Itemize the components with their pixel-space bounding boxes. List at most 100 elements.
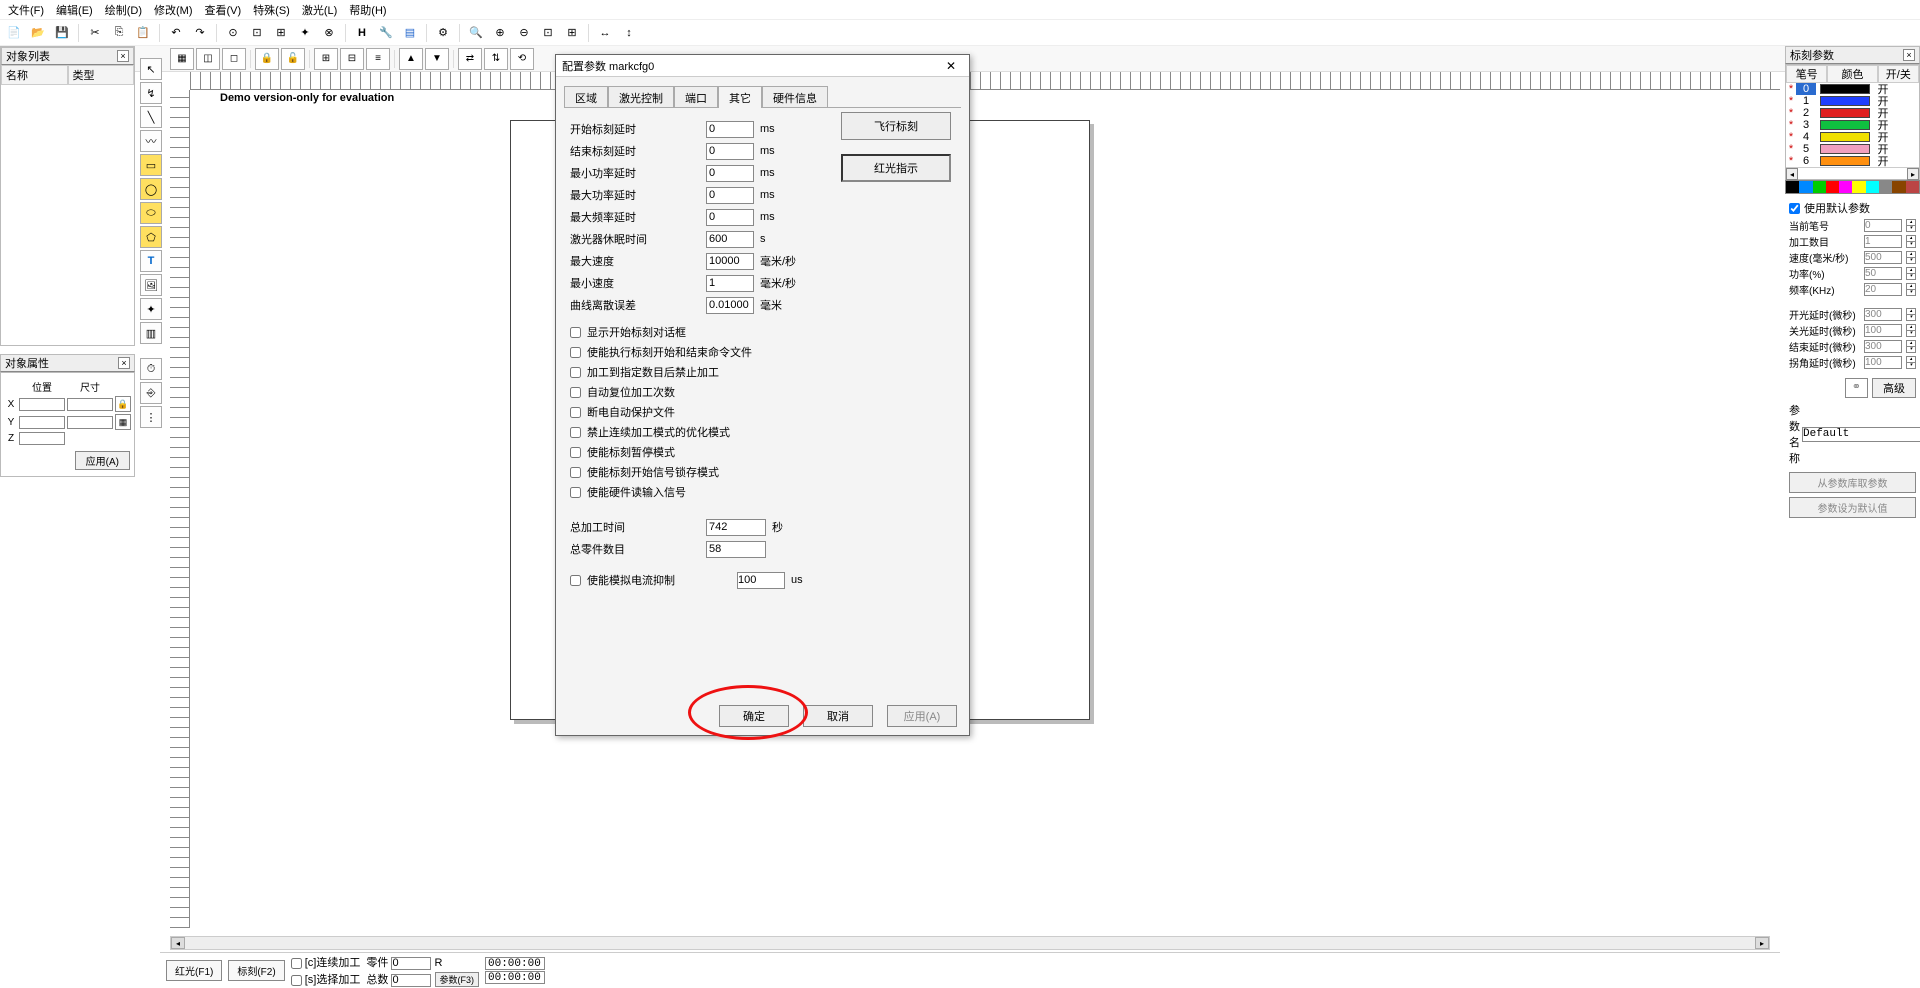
select-all-icon[interactable]: ▦ xyxy=(170,48,194,70)
color-swatch[interactable] xyxy=(1826,181,1839,193)
zoom-all-icon[interactable]: ⊞ xyxy=(562,23,582,43)
dialog-input[interactable] xyxy=(706,143,754,160)
pen-row[interactable]: *0开 xyxy=(1786,83,1919,95)
pen-row[interactable]: *5开 xyxy=(1786,143,1919,155)
param-input[interactable] xyxy=(1864,356,1902,369)
zoom-out-icon[interactable]: ⊖ xyxy=(514,23,534,43)
y-pos-input[interactable] xyxy=(19,416,65,429)
continuous-checkbox[interactable] xyxy=(291,958,302,969)
snap4-icon[interactable]: ✦ xyxy=(295,23,315,43)
dialog-tab[interactable]: 硬件信息 xyxy=(762,86,828,108)
menu-edit[interactable]: 编辑(E) xyxy=(52,2,97,17)
col-pen-no[interactable]: 笔号 xyxy=(1786,65,1827,83)
horizontal-scrollbar[interactable]: ◂▸ xyxy=(170,936,1770,950)
dialog-checkbox[interactable] xyxy=(570,467,581,478)
spinner-icon[interactable]: ▴▾ xyxy=(1906,267,1916,280)
x-pos-input[interactable] xyxy=(19,398,65,411)
dialog-titlebar[interactable]: 配置参数 markcfg0 ✕ xyxy=(556,55,969,77)
param-input[interactable] xyxy=(1864,340,1902,353)
z-pos-input[interactable] xyxy=(19,432,65,445)
undo-icon[interactable]: ↶ xyxy=(166,23,186,43)
lock-aspect-icon[interactable]: 🔒 xyxy=(115,396,131,412)
dialog-checkbox[interactable] xyxy=(570,427,581,438)
order-down-icon[interactable]: ▼ xyxy=(425,48,449,70)
curve-icon[interactable]: 〰 xyxy=(140,130,162,152)
dialog-tab[interactable]: 激光控制 xyxy=(608,86,674,108)
dialog-input[interactable] xyxy=(706,231,754,248)
apply-button[interactable]: 应用(A) xyxy=(75,451,130,470)
use-default-checkbox[interactable] xyxy=(1789,203,1800,214)
paste-icon[interactable]: 📋 xyxy=(133,23,153,43)
pen-scrollbar[interactable]: ◂▸ xyxy=(1786,167,1919,179)
param-input[interactable] xyxy=(1864,251,1902,264)
red-light-button[interactable]: 红光(F1) xyxy=(166,960,222,981)
group-icon[interactable]: ⊞ xyxy=(314,48,338,70)
spinner-icon[interactable]: ▴▾ xyxy=(1906,235,1916,248)
reset-label[interactable]: R xyxy=(435,957,443,969)
cancel-button[interactable]: 取消 xyxy=(803,705,873,727)
object-list-body[interactable] xyxy=(1,85,134,345)
parts-input[interactable] xyxy=(391,957,431,970)
align-icon[interactable]: ≡ xyxy=(366,48,390,70)
pen-row[interactable]: *2开 xyxy=(1786,107,1919,119)
spinner-icon[interactable]: ▴▾ xyxy=(1906,219,1916,232)
menu-view[interactable]: 查看(V) xyxy=(201,2,246,17)
rect-icon[interactable]: ▭ xyxy=(140,154,162,176)
color-swatch[interactable] xyxy=(1892,181,1905,193)
spinner-icon[interactable]: ▴▾ xyxy=(1906,340,1916,353)
snap1-icon[interactable]: ⊙ xyxy=(223,23,243,43)
text-icon[interactable]: T xyxy=(140,250,162,272)
save-default-button[interactable]: 参数设为默认值 xyxy=(1789,497,1916,518)
dialog-checkbox[interactable] xyxy=(570,347,581,358)
dialog-tab[interactable]: 区域 xyxy=(564,86,608,108)
close-icon[interactable]: ✕ xyxy=(939,57,963,75)
tool-icon[interactable]: 🔧 xyxy=(376,23,396,43)
color-swatch[interactable] xyxy=(1786,181,1799,193)
vector-icon[interactable]: ✦ xyxy=(140,298,162,320)
rotate-icon[interactable]: ⟲ xyxy=(510,48,534,70)
canvas[interactable]: Demo version-only for evaluation xyxy=(190,90,1780,928)
snap2-icon[interactable]: ⊡ xyxy=(247,23,267,43)
circle-icon[interactable]: ◯ xyxy=(140,178,162,200)
anchor-icon[interactable]: ▦ xyxy=(115,414,131,430)
col-pen-color[interactable]: 颜色 xyxy=(1827,65,1877,83)
dialog-input[interactable] xyxy=(706,165,754,182)
zoom-fit-icon[interactable]: ⊡ xyxy=(538,23,558,43)
node-edit-icon[interactable]: ↯ xyxy=(140,82,162,104)
unlock-icon[interactable]: 🔓 xyxy=(281,48,305,70)
dialog-checkbox[interactable] xyxy=(570,487,581,498)
cut-icon[interactable]: ✂ xyxy=(85,23,105,43)
snap3-icon[interactable]: ⊞ xyxy=(271,23,291,43)
dialog-input[interactable] xyxy=(706,253,754,270)
pen-row[interactable]: *4开 xyxy=(1786,131,1919,143)
snap5-icon[interactable]: ⊗ xyxy=(319,23,339,43)
col-type[interactable]: 类型 xyxy=(68,65,135,85)
param-name-input[interactable] xyxy=(1802,427,1920,442)
spinner-icon[interactable]: ▴▾ xyxy=(1906,251,1916,264)
menu-laser[interactable]: 激光(L) xyxy=(298,2,341,17)
mark-button[interactable]: 标刻(F2) xyxy=(228,960,284,981)
analog-suppress-checkbox[interactable] xyxy=(570,575,581,586)
dialog-input[interactable] xyxy=(706,541,766,558)
select-obj-icon[interactable]: ◫ xyxy=(196,48,220,70)
apply-button[interactable]: 应用(A) xyxy=(887,705,957,727)
analog-value-input[interactable] xyxy=(737,572,785,589)
dialog-checkbox[interactable] xyxy=(570,447,581,458)
param-input[interactable] xyxy=(1864,267,1902,280)
dialog-checkbox[interactable] xyxy=(570,367,581,378)
save-icon[interactable]: 💾 xyxy=(52,23,72,43)
menu-modify[interactable]: 修改(M) xyxy=(150,2,197,17)
pen-row[interactable]: *6开 xyxy=(1786,155,1919,167)
dialog-input[interactable] xyxy=(706,187,754,204)
menu-special[interactable]: 特殊(S) xyxy=(249,2,294,17)
zoom-y-icon[interactable]: ↕ xyxy=(619,23,639,43)
color-swatch[interactable] xyxy=(1906,181,1919,193)
dialog-input[interactable] xyxy=(706,519,766,536)
fly-mark-button[interactable]: 飞行标刻 xyxy=(841,112,951,140)
input-icon[interactable]: ⎆ xyxy=(140,382,162,404)
redo-icon[interactable]: ↷ xyxy=(190,23,210,43)
mirror-v-icon[interactable]: ⇅ xyxy=(484,48,508,70)
copy-icon[interactable]: ⎘ xyxy=(109,23,129,43)
pen-row[interactable]: *3开 xyxy=(1786,119,1919,131)
color-swatch[interactable] xyxy=(1879,181,1892,193)
